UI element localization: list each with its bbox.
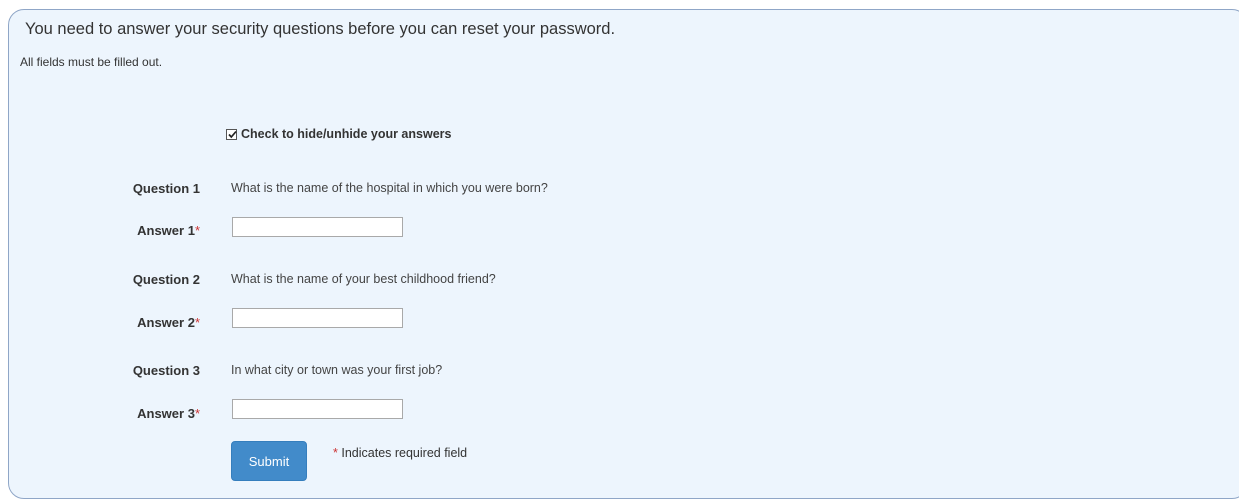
answer-3-input[interactable]: [232, 399, 403, 419]
answer-3-label: Answer 3*: [19, 406, 200, 421]
question-2-label: Question 2: [132, 272, 200, 287]
answer-1-input[interactable]: [232, 217, 403, 237]
question-3-text: In what city or town was your first job?: [231, 363, 443, 377]
question-3-label: Question 3: [132, 363, 200, 378]
submit-button[interactable]: Submit: [231, 441, 307, 481]
answer-2-label-text: Answer 2: [137, 315, 195, 330]
required-marker: *: [194, 315, 200, 330]
checkbox-checked-icon[interactable]: [226, 128, 237, 140]
answer-1-label-text: Answer 1: [137, 223, 195, 238]
required-marker: *: [194, 223, 200, 238]
required-marker: *: [333, 446, 338, 460]
page-heading: You need to answer your security questio…: [25, 20, 616, 38]
answer-2-label: Answer 2*: [19, 315, 200, 330]
hide-answers-label: Check to hide/unhide your answers: [241, 127, 452, 141]
required-marker: *: [194, 406, 200, 421]
answer-3-label-text: Answer 3: [137, 406, 195, 421]
question-2-text: What is the name of your best childhood …: [231, 272, 496, 286]
required-field-legend: * Indicates required field: [333, 446, 467, 460]
question-1-text: What is the name of the hospital in whic…: [231, 181, 548, 195]
answer-1-label: Answer 1*: [19, 223, 200, 238]
required-field-legend-text: Indicates required field: [341, 446, 468, 460]
question-1-label: Question 1: [132, 181, 200, 196]
hide-answers-toggle[interactable]: Check to hide/unhide your answers: [226, 127, 451, 141]
answer-2-input[interactable]: [232, 308, 403, 328]
security-questions-panel: You need to answer your security questio…: [8, 9, 1239, 499]
fields-required-note: All fields must be filled out.: [20, 55, 163, 69]
